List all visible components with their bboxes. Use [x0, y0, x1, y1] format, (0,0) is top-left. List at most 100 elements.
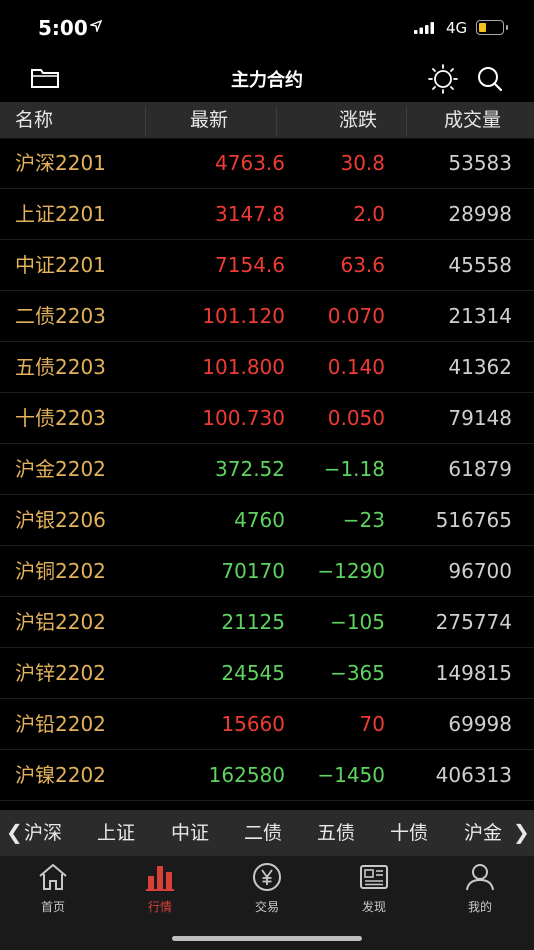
row-name: 沪铜2202: [15, 559, 106, 583]
row-name: 沪金2202: [15, 457, 106, 481]
row-change: −105: [330, 610, 385, 634]
row-change: 2.0: [353, 202, 385, 226]
network-type: 4G: [446, 19, 468, 37]
home-indicator: [172, 936, 362, 941]
tab-home[interactable]: 首页: [13, 862, 93, 915]
tab-trade-label: 交易: [254, 900, 279, 914]
row-last-price: 21125: [221, 610, 285, 634]
row-last-price: 7154.6: [215, 253, 285, 277]
row-name: 沪锌2202: [15, 661, 106, 685]
news-icon: [360, 865, 388, 889]
row-last-price: 24545: [221, 661, 285, 685]
row-volume: 21314: [448, 304, 512, 328]
row-name: 沪铝2202: [15, 610, 106, 634]
row-name: 沪银2206: [15, 508, 106, 532]
table-row[interactable]: 沪镍2202 162580 −1450 406313: [0, 750, 534, 801]
row-name: 中证2201: [15, 253, 106, 277]
table-row[interactable]: 二债2203 101.120 0.070 21314: [0, 291, 534, 342]
home-icon: [39, 864, 67, 890]
row-name: 沪铅2202: [15, 712, 106, 736]
tab-home-label: 首页: [40, 900, 65, 914]
row-last-price: 162580: [208, 763, 285, 787]
row-volume: 79148: [448, 406, 512, 430]
row-volume: 28998: [448, 202, 512, 226]
row-name: 五债2203: [15, 355, 106, 379]
row-last-price: 101.800: [202, 355, 285, 379]
column-header-last[interactable]: 最新: [190, 102, 228, 138]
tab-trade[interactable]: 交易: [227, 862, 307, 915]
category-item[interactable]: 沪深: [24, 810, 62, 856]
category-item[interactable]: 二债: [244, 810, 282, 856]
row-volume: 406313: [435, 763, 512, 787]
row-change: −1290: [317, 559, 385, 583]
row-last-price: 101.120: [202, 304, 285, 328]
table-row[interactable]: 沪深2201 4763.6 30.8 53583: [0, 138, 534, 189]
table-row[interactable]: 十债2203 100.730 0.050 79148: [0, 393, 534, 444]
table-row[interactable]: 中证2201 7154.6 63.6 45558: [0, 240, 534, 291]
column-header-change[interactable]: 涨跌: [339, 102, 377, 138]
category-item[interactable]: 沪金: [464, 810, 502, 856]
table-row[interactable]: 五债2203 101.800 0.140 41362: [0, 342, 534, 393]
row-change: 0.070: [327, 304, 385, 328]
row-volume: 149815: [435, 661, 512, 685]
tab-discover-label: 发现: [361, 900, 386, 914]
table-row[interactable]: 沪铜2202 70170 −1290 96700: [0, 546, 534, 597]
row-name: 十债2203: [15, 406, 106, 430]
category-strip: ❮ ❯ 沪深 上证 中证 二债 五债 十债 沪金: [0, 810, 534, 856]
row-volume: 96700: [448, 559, 512, 583]
row-volume: 275774: [435, 610, 512, 634]
nav-bar: 主力合约: [0, 56, 534, 102]
signal-icon: [414, 22, 434, 34]
row-last-price: 372.52: [215, 457, 285, 481]
table-header: 名称 最新 涨跌 成交量: [0, 102, 534, 139]
category-right-arrow[interactable]: ❯: [513, 810, 530, 856]
category-item[interactable]: 十债: [390, 810, 428, 856]
category-left-arrow[interactable]: ❮: [6, 810, 23, 856]
row-name: 沪深2201: [15, 151, 106, 175]
quote-list: 沪深2201 4763.6 30.8 53583 上证2201 3147.8 2.0 2899…: [0, 138, 534, 801]
search-icon[interactable]: [477, 66, 503, 92]
table-row[interactable]: 上证2201 3147.8 2.0 28998: [0, 189, 534, 240]
table-row[interactable]: 沪锌2202 24545 −365 149815: [0, 648, 534, 699]
bar-chart-icon: [146, 866, 174, 891]
row-change: 30.8: [340, 151, 385, 175]
row-volume: 61879: [448, 457, 512, 481]
tab-profile-label: 我的: [467, 900, 492, 914]
row-change: 0.140: [327, 355, 385, 379]
row-change: 63.6: [340, 253, 385, 277]
theme-toggle-icon[interactable]: [428, 64, 458, 94]
row-change: −365: [330, 661, 385, 685]
row-last-price: 70170: [221, 559, 285, 583]
row-last-price: 100.730: [202, 406, 285, 430]
tab-profile[interactable]: 我的: [440, 862, 520, 915]
battery-icon: [476, 20, 508, 35]
tab-market-label: 行情: [147, 900, 172, 914]
row-last-price: 4763.6: [215, 151, 285, 175]
row-change: 70: [359, 712, 385, 736]
row-volume: 45558: [448, 253, 512, 277]
tab-market[interactable]: 行情: [120, 862, 200, 915]
row-volume: 516765: [435, 508, 512, 532]
column-header-volume[interactable]: 成交量: [444, 102, 501, 138]
tab-discover[interactable]: 发现: [334, 862, 414, 915]
table-row[interactable]: 沪铝2202 21125 −105 275774: [0, 597, 534, 648]
category-item[interactable]: 中证: [171, 810, 209, 856]
row-change: −1.18: [323, 457, 385, 481]
table-row[interactable]: 沪金2202 372.52 −1.18 61879: [0, 444, 534, 495]
category-item[interactable]: 五债: [317, 810, 355, 856]
table-row[interactable]: 沪银2206 4760 −23 516765: [0, 495, 534, 546]
status-bar: 5:00 4G: [0, 0, 534, 56]
category-item[interactable]: 上证: [97, 810, 135, 856]
row-last-price: 15660: [221, 712, 285, 736]
row-change: −1450: [317, 763, 385, 787]
row-volume: 69998: [448, 712, 512, 736]
table-row[interactable]: 沪铅2202 15660 70 69998: [0, 699, 534, 750]
location-arrow-icon: [90, 20, 102, 32]
row-change: −23: [342, 508, 385, 532]
status-time: 5:00: [38, 16, 88, 40]
row-name: 二债2203: [15, 304, 106, 328]
row-last-price: 3147.8: [215, 202, 285, 226]
row-change: 0.050: [327, 406, 385, 430]
row-last-price: 4760: [234, 508, 285, 532]
column-header-name[interactable]: 名称: [15, 102, 53, 138]
